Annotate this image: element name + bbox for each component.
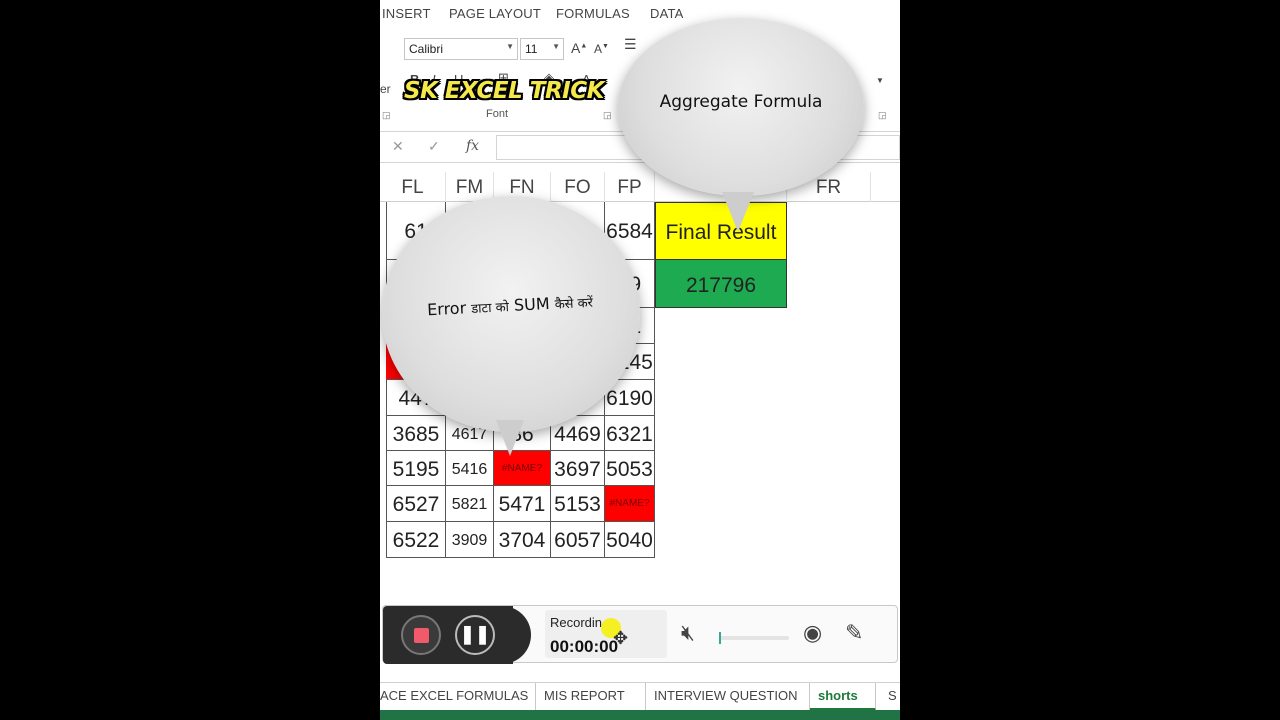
column-header-fo[interactable]: FO: [551, 172, 605, 202]
table-cell[interactable]: 3909: [446, 522, 494, 558]
increase-font-icon[interactable]: A▲: [571, 40, 587, 56]
enter-icon[interactable]: ✓: [428, 138, 440, 155]
table-cell[interactable]: 6522: [386, 522, 446, 558]
font-dialog-launcher-icon[interactable]: ◲: [603, 110, 612, 121]
sheet-tab-excel-formulas[interactable]: ACE EXCEL FORMULAS: [380, 683, 536, 711]
pause-recording-button[interactable]: ❚❚: [455, 615, 495, 655]
align-icon[interactable]: ☰: [624, 36, 637, 53]
final-result-label-cell[interactable]: Final Result: [655, 202, 787, 260]
pencil-icon[interactable]: ✎: [845, 620, 863, 646]
font-size-value: 11: [525, 42, 538, 56]
pause-icon: ❚❚: [459, 624, 491, 644]
bubble-word-sum: SUM: [513, 293, 551, 315]
bubble-hindi-1: डाटा को: [470, 300, 510, 318]
sheet-tab-mis-report[interactable]: MIS REPORT: [536, 683, 646, 711]
bubble-hindi-2: कैसे करें: [554, 295, 594, 313]
table-cell[interactable]: 6527: [386, 486, 446, 522]
table-cell[interactable]: 6321: [605, 416, 655, 451]
font-name-dropdown[interactable]: Calibri ▼: [404, 38, 518, 60]
cancel-icon[interactable]: ✕: [392, 138, 404, 155]
tab-page-layout[interactable]: PAGE LAYOUT: [449, 6, 541, 21]
table-cell[interactable]: 5040: [605, 522, 655, 558]
font-group-label: Font: [486, 108, 509, 120]
status-bar: [380, 710, 900, 720]
volume-slider[interactable]: [719, 632, 789, 644]
table-cell[interactable]: 3704: [494, 522, 551, 558]
volume-level: [719, 632, 721, 644]
sheet-tab-bar: ACE EXCEL FORMULAS MIS REPORT INTERVIEW …: [380, 682, 900, 711]
webcam-icon[interactable]: ◉: [803, 620, 822, 646]
screen-recording-frame: INSERT PAGE LAYOUT FORMULAS DATA Calibri…: [380, 0, 900, 720]
ribbon-tab-bar: INSERT PAGE LAYOUT FORMULAS DATA: [380, 0, 900, 28]
chevron-down-icon[interactable]: ▼: [876, 76, 884, 85]
speech-bubble-top-text: Aggregate Formula: [659, 92, 823, 112]
chevron-down-icon: ▼: [552, 42, 560, 51]
channel-watermark: SK EXCEL TRICK: [404, 78, 604, 104]
column-header-fl[interactable]: FL: [380, 172, 446, 202]
table-cell[interactable]: 6057: [551, 522, 605, 558]
recording-timer: 00:00:00: [550, 637, 619, 656]
tab-data[interactable]: DATA: [650, 6, 684, 21]
decrease-font-icon[interactable]: A▼: [594, 42, 609, 56]
table-cell[interactable]: 5153: [551, 486, 605, 522]
error-cell[interactable]: #NAME?: [605, 486, 655, 522]
speech-bubble-left-tail: [496, 420, 524, 456]
mute-speaker-icon[interactable]: 🔇︎: [681, 620, 695, 646]
bubble-word-error: Error: [426, 298, 467, 320]
final-result-value-cell[interactable]: 217796: [655, 260, 787, 308]
speech-bubble-top-tail: [722, 192, 754, 232]
screen-recorder-toolbar: ❚❚ Recordin 00:00:00 ✥ 🔇︎ ◉ ✎: [382, 605, 898, 664]
column-header-row: FL FM FN FO FP FR: [380, 172, 900, 202]
sheet-tab-next[interactable]: S: [880, 683, 900, 711]
stop-icon: [414, 628, 429, 643]
table-cell[interactable]: 5471: [494, 486, 551, 522]
clipboard-dialog-launcher-icon[interactable]: ◲: [382, 110, 391, 121]
chevron-down-icon: ▼: [506, 42, 514, 51]
table-cell[interactable]: 5053: [605, 451, 655, 486]
sheet-tab-interview-question[interactable]: INTERVIEW QUESTION: [646, 683, 810, 711]
table-cell[interactable]: 5416: [446, 451, 494, 486]
sheet-tab-shorts[interactable]: shorts: [810, 683, 876, 711]
table-cell[interactable]: 5821: [446, 486, 494, 522]
table-cell[interactable]: 3685: [386, 416, 446, 451]
table-cell[interactable]: 5195: [386, 451, 446, 486]
tab-insert[interactable]: INSERT: [382, 6, 431, 21]
font-size-dropdown[interactable]: 11 ▼: [520, 38, 564, 60]
stop-recording-button[interactable]: [401, 615, 441, 655]
column-header-fp[interactable]: FP: [605, 172, 655, 202]
table-cell[interactable]: 3697: [551, 451, 605, 486]
error-cell[interactable]: #NAME?: [494, 451, 551, 486]
font-name-value: Calibri: [409, 42, 444, 56]
tab-formulas[interactable]: FORMULAS: [556, 6, 630, 21]
recording-status: Recordin: [550, 615, 603, 630]
alignment-dialog-launcher-icon[interactable]: ◲: [878, 110, 887, 121]
clipboard-icon[interactable]: er: [380, 82, 391, 96]
move-icon[interactable]: ✥: [613, 628, 628, 649]
insert-function-icon[interactable]: fx: [466, 138, 479, 154]
